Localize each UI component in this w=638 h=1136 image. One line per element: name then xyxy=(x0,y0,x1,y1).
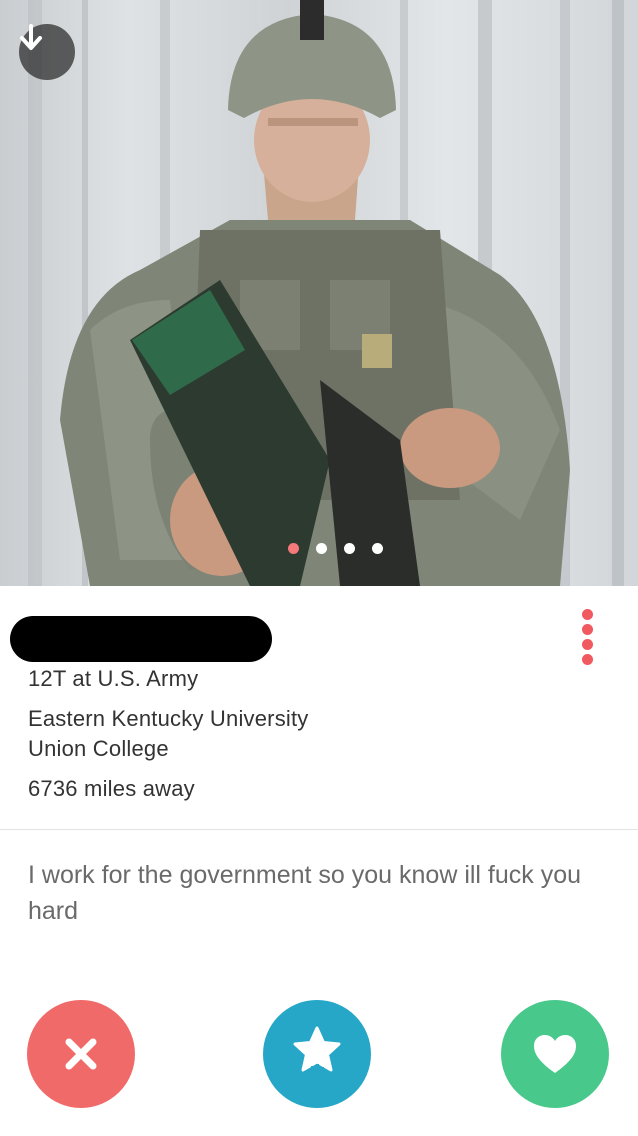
photo-dot[interactable] xyxy=(343,543,355,554)
bio-text: I work for the government so you know il… xyxy=(28,861,582,925)
heart-icon xyxy=(534,1035,576,1073)
photo-dot-active[interactable] xyxy=(287,543,299,554)
vertical-dot xyxy=(581,639,593,650)
photo-dot[interactable] xyxy=(315,543,327,554)
photo-dot[interactable] xyxy=(371,543,383,554)
job-title: 12T at U.S. Army xyxy=(28,666,199,691)
star-icon xyxy=(293,1026,341,1078)
back-button[interactable] xyxy=(19,24,75,80)
photo-pagination xyxy=(0,543,638,554)
profile-photo-image xyxy=(28,0,624,586)
nope-button[interactable] xyxy=(27,1000,135,1108)
vertical-dot xyxy=(581,654,593,665)
divider xyxy=(0,829,638,830)
vertical-dots-icon xyxy=(581,609,593,620)
profile-photo[interactable] xyxy=(0,0,638,586)
more-options-button[interactable] xyxy=(573,609,601,665)
distance: 6736 miles away xyxy=(28,776,195,801)
x-icon xyxy=(65,1038,97,1070)
vertical-dot xyxy=(581,624,593,635)
redacted-name xyxy=(10,616,272,662)
school-primary: Eastern Kentucky University xyxy=(28,706,309,731)
super-like-button[interactable] xyxy=(263,1000,371,1108)
like-button[interactable] xyxy=(501,1000,609,1108)
school-secondary: Union College xyxy=(28,736,169,761)
arrow-down-icon xyxy=(20,24,42,50)
